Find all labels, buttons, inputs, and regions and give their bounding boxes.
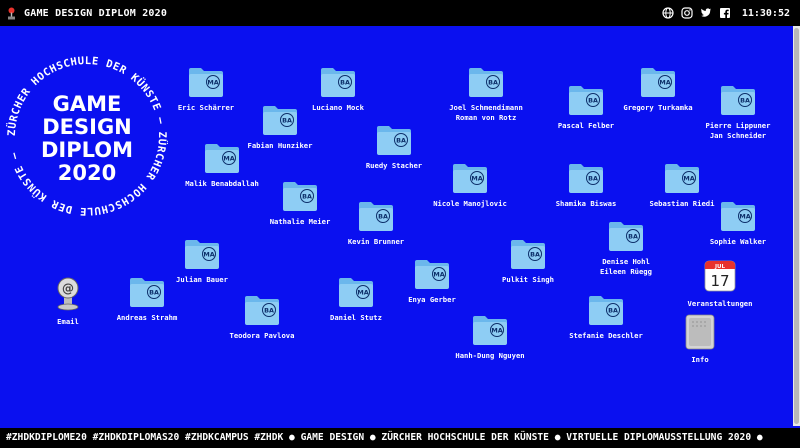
folder-item[interactable]: BA Pierre Lippuner Jan Schneider <box>678 84 798 141</box>
email-label: Email <box>57 317 79 326</box>
degree-badge: BA <box>628 232 638 240</box>
folder-icon: BA <box>245 296 279 325</box>
folder-icon: BA <box>569 86 603 115</box>
degree-badge: BA <box>302 192 312 200</box>
scrollbar[interactable] <box>793 26 800 426</box>
folder-label: Sophie Walker <box>709 237 767 246</box>
folder-icon: MA <box>185 240 219 269</box>
folder-item[interactable]: BA Teodora Pavlova <box>202 294 322 341</box>
veranstaltungen-label: Veranstaltungen <box>687 299 753 308</box>
degree-badge: MA <box>491 326 502 334</box>
degree-badge: BA <box>530 250 540 258</box>
degree-badge: BA <box>264 306 274 314</box>
degree-badge: BA <box>588 174 598 182</box>
folder-label: Pascal Felber <box>557 121 615 130</box>
folder-icon: BA <box>609 222 643 251</box>
folder-label: Pierre Lippuner Jan Schneider <box>705 121 771 140</box>
veranstaltungen-app[interactable]: JUL 17 Veranstaltungen <box>660 258 780 309</box>
calendar-icon: JUL 17 <box>704 260 736 292</box>
game-design-diplom-seal: ZÜRCHER HOCHSCHULE DER KÜNSTE – ZÜRCHER … <box>6 55 168 217</box>
globe-icon[interactable] <box>662 7 675 20</box>
folder-label: Teodora Pavlova <box>229 331 295 340</box>
clock: 11:30:52 <box>741 7 790 19</box>
degree-badge: MA <box>357 288 368 296</box>
menu-bar: GAME DESIGN DIPLOM 2020 11:30:52 <box>0 0 800 26</box>
svg-text:@: @ <box>62 282 74 296</box>
degree-badge: BA <box>396 136 406 144</box>
folder-icon: BA <box>589 296 623 325</box>
degree-badge: MA <box>739 212 750 220</box>
degree-badge: MA <box>203 250 214 258</box>
folder-icon: BA <box>377 126 411 155</box>
folder-icon: BA <box>511 240 545 269</box>
folder-item[interactable]: BA Kevin Brunner <box>316 200 436 247</box>
folder-icon: MA <box>415 260 449 289</box>
info-app[interactable]: Info <box>640 314 760 365</box>
folder-icon: MA <box>721 202 755 231</box>
email-icon: @ <box>57 277 79 311</box>
seal-line-2: DESIGN <box>42 115 132 139</box>
folder-icon: BA <box>263 106 297 135</box>
degree-badge: MA <box>471 174 482 182</box>
seal-line-3: DIPLOM <box>41 138 133 162</box>
twitter-icon[interactable] <box>700 7 713 20</box>
folder-icon: BA <box>721 86 755 115</box>
facebook-icon[interactable] <box>719 7 732 20</box>
degree-badge: BA <box>340 78 350 86</box>
footer-ticker: #ZHDKDIPLOME20 #ZHDKDIPLOMAS20 #ZHDKCAMP… <box>0 428 800 448</box>
folder-label: Hanh-Dung Nguyen <box>455 351 525 360</box>
degree-badge: MA <box>207 78 218 86</box>
folder-item[interactable]: MA Hanh-Dung Nguyen <box>430 314 550 361</box>
degree-badge: BA <box>488 78 498 86</box>
folder-item[interactable]: MA Sophie Walker <box>678 200 798 247</box>
email-app[interactable]: @ Email <box>8 276 128 327</box>
seal-line-4: 2020 <box>58 161 116 185</box>
folder-icon: BA <box>130 278 164 307</box>
degree-badge: MA <box>433 270 444 278</box>
folder-icon: MA <box>189 68 223 97</box>
degree-badge: BA <box>608 306 618 314</box>
folder-icon: BA <box>469 68 503 97</box>
folder-icon: BA <box>359 202 393 231</box>
folder-icon: MA <box>205 144 239 173</box>
folder-icon: MA <box>453 164 487 193</box>
folder-item[interactable]: BA Pascal Felber <box>526 84 646 131</box>
folder-icon: MA <box>665 164 699 193</box>
instagram-icon[interactable] <box>681 7 694 20</box>
folder-icon: MA <box>473 316 507 345</box>
degree-badge: BA <box>378 212 388 220</box>
folder-icon: MA <box>339 278 373 307</box>
folder-label: Kevin Brunner <box>347 237 405 246</box>
app-title: GAME DESIGN DIPLOM 2020 <box>24 7 168 19</box>
folder-icon: BA <box>569 164 603 193</box>
calendar-month: JUL <box>714 264 726 270</box>
scrollbar-thumb[interactable] <box>794 28 799 424</box>
ticker-text: #ZHDKDIPLOME20 #ZHDKDIPLOMAS20 #ZHDKCAMP… <box>6 432 763 443</box>
seal-line-1: GAME <box>53 92 122 116</box>
degree-badge: BA <box>588 96 598 104</box>
info-label: Info <box>691 355 709 364</box>
degree-badge: MA <box>659 78 670 86</box>
degree-badge: BA <box>740 96 750 104</box>
degree-badge: MA <box>223 154 234 162</box>
degree-badge: MA <box>683 174 694 182</box>
joystick-icon[interactable] <box>6 6 16 20</box>
folder-icon: BA <box>283 182 317 211</box>
calendar-day: 17 <box>710 272 729 290</box>
degree-badge: BA <box>282 116 292 124</box>
computer-tower-icon <box>685 314 715 350</box>
degree-badge: BA <box>149 288 159 296</box>
folder-icon: BA <box>321 68 355 97</box>
